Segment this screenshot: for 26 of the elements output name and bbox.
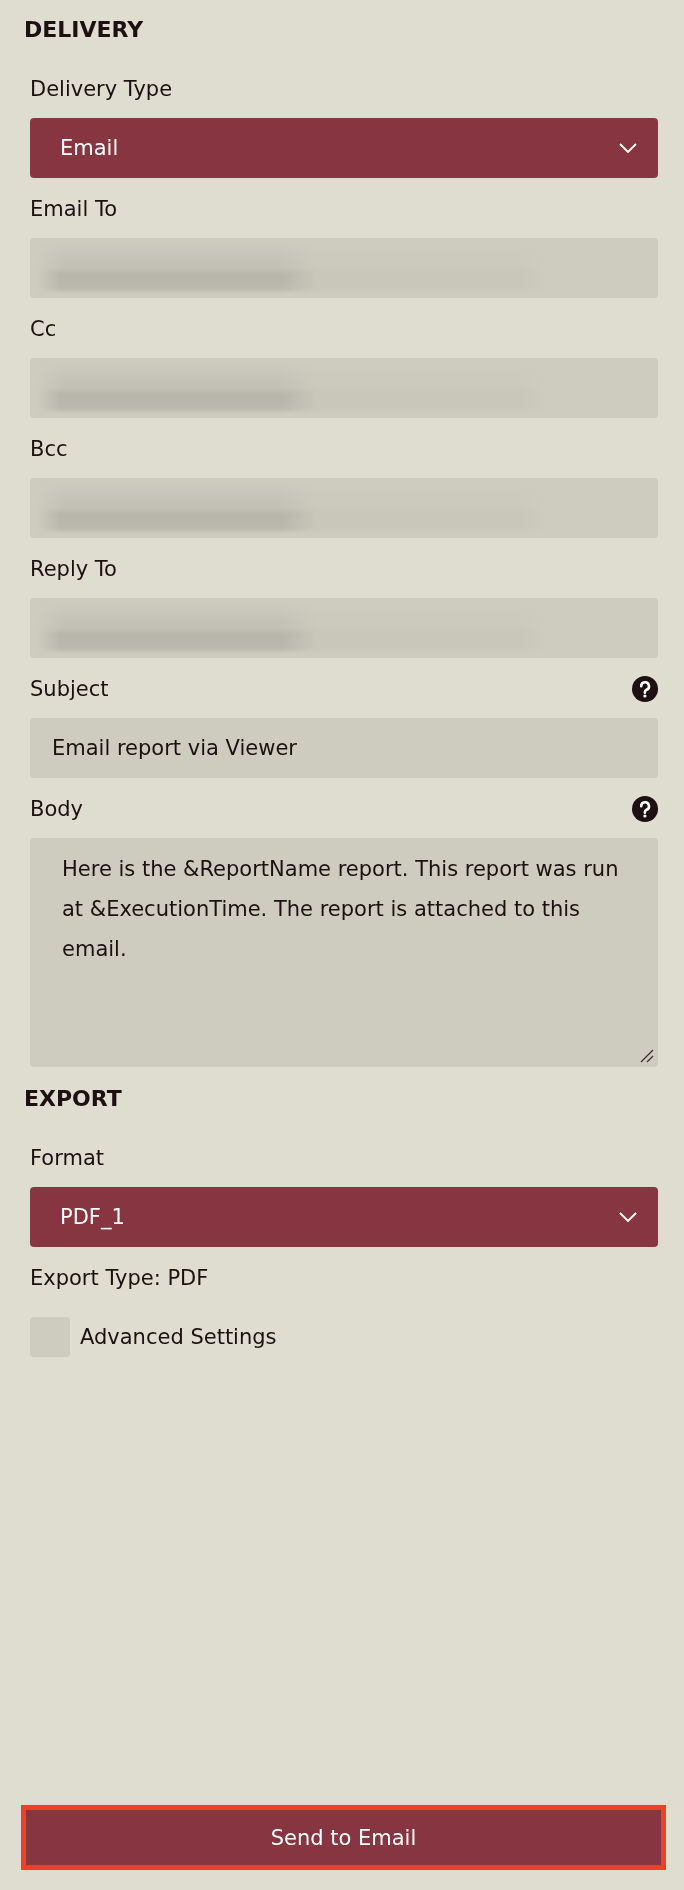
help-icon[interactable] — [632, 676, 658, 702]
field-label: Subject — [30, 676, 109, 703]
send-button[interactable]: Send to Email — [21, 1805, 666, 1870]
field-label: Format — [30, 1145, 104, 1172]
input-field[interactable] — [30, 238, 658, 298]
field-label: Body — [30, 796, 83, 823]
input-field[interactable]: Email report via Viewer — [30, 718, 658, 778]
field-label: Bcc — [30, 436, 68, 463]
select-dropdown[interactable]: PDF_1 — [30, 1187, 658, 1247]
input-field[interactable] — [30, 478, 658, 538]
export-type-text: Export Type: PDF — [30, 1265, 209, 1292]
field-label: Delivery Type — [30, 76, 173, 103]
checkbox-label[interactable]: Advanced Settings — [80, 1323, 277, 1351]
section-heading: EXPORT — [24, 1085, 122, 1113]
input-field[interactable] — [30, 358, 658, 418]
chevron-down-icon — [619, 1212, 637, 1222]
resize-grip-icon[interactable] — [640, 1049, 654, 1063]
field-label: Email To — [30, 196, 118, 223]
help-icon[interactable] — [632, 796, 658, 822]
section-heading: DELIVERY — [24, 16, 144, 44]
input-field[interactable] — [30, 598, 658, 658]
select-dropdown[interactable]: Email — [30, 118, 658, 178]
chevron-down-icon — [619, 143, 637, 153]
field-label: Cc — [30, 316, 57, 343]
field-label: Reply To — [30, 556, 117, 583]
body-textarea[interactable]: Here is the &ReportName report. This report was run at &ExecutionTime. The report is attached to this email. — [30, 838, 658, 1067]
